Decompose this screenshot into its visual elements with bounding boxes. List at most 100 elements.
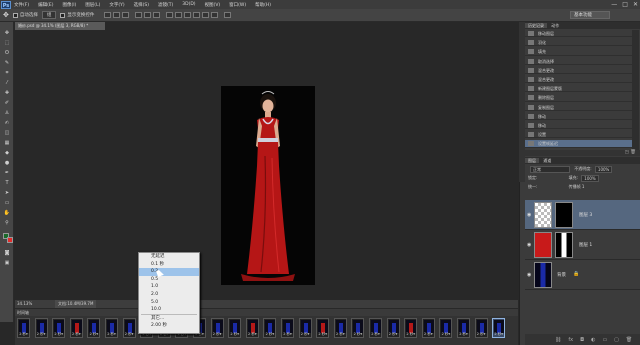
- healing-tool-icon[interactable]: ✚: [3, 90, 11, 96]
- folder-icon[interactable]: ▭: [602, 337, 607, 343]
- fill-input[interactable]: 100%: [581, 174, 599, 182]
- delay-option-0-1[interactable]: 0.1 秒: [139, 261, 199, 269]
- history-item[interactable]: 羽化: [525, 39, 632, 47]
- stamp-tool-icon[interactable]: ♙: [3, 110, 11, 116]
- eye-icon[interactable]: ◉: [527, 272, 531, 278]
- frame-delay-label[interactable]: 2 秒▾: [405, 332, 416, 337]
- history-item[interactable]: 删除图层: [525, 94, 632, 102]
- history-item[interactable]: 移动图层: [525, 30, 632, 38]
- history-item[interactable]: 填充: [525, 48, 632, 56]
- blend-mode-select[interactable]: 正常: [530, 165, 570, 173]
- eyedropper-tool-icon[interactable]: ⁄: [3, 80, 11, 86]
- quick-mask-icon[interactable]: ◙: [3, 250, 11, 256]
- timeline-frame[interactable]: 2 秒▾: [281, 318, 294, 338]
- timeline-frame[interactable]: 2 秒▾: [386, 318, 400, 338]
- tab-layers[interactable]: 图层: [525, 158, 539, 163]
- timeline-frame[interactable]: 2 秒▾: [404, 318, 418, 338]
- distribute-middle-icon[interactable]: [175, 12, 183, 18]
- frame-delay-label[interactable]: 2 秒▾: [423, 332, 434, 337]
- marquee-tool-icon[interactable]: ⬚: [3, 40, 11, 46]
- delay-option-0-5[interactable]: 0.5: [139, 276, 199, 284]
- gradient-tool-icon[interactable]: ▦: [3, 140, 11, 146]
- delay-option-other[interactable]: 其它...: [139, 315, 199, 323]
- frame-delay-label[interactable]: 2 秒▾: [493, 332, 504, 337]
- auto-align-icon[interactable]: [224, 12, 232, 18]
- distribute-top-icon[interactable]: [166, 12, 174, 18]
- layer-row[interactable]: ◉ 图层 3: [525, 200, 640, 230]
- trash-icon[interactable]: 🗑: [626, 337, 632, 343]
- layer-name[interactable]: 图层 1: [579, 242, 592, 248]
- align-top-icon[interactable]: [104, 12, 112, 18]
- zoom-tool-icon[interactable]: ⚲: [3, 220, 11, 226]
- menu-file[interactable]: 文件(F): [14, 2, 29, 8]
- delay-option-0-2[interactable]: 0.2: [139, 268, 199, 276]
- history-item[interactable]: 复制图层: [525, 104, 632, 111]
- layer-row[interactable]: ◉ 图层 1: [525, 230, 640, 260]
- menu-3d[interactable]: 3D(D): [182, 2, 195, 7]
- timeline-frame[interactable]: 2 秒▾: [492, 318, 506, 338]
- delay-option-1-0[interactable]: 1.0: [139, 283, 199, 291]
- timeline-frame[interactable]: 2 秒▾: [351, 318, 365, 338]
- history-item[interactable]: 移动: [525, 113, 632, 121]
- align-bottom-icon[interactable]: [122, 12, 130, 18]
- frame-delay-label[interactable]: 2 秒▾: [352, 332, 363, 337]
- tab-channels[interactable]: 通道: [540, 158, 554, 163]
- history-item[interactable]: 移动: [525, 122, 632, 130]
- menu-type[interactable]: 文字(Y): [109, 2, 124, 8]
- frame-delay-label[interactable]: 2 秒▾: [476, 332, 487, 337]
- close-icon[interactable]: ✕: [633, 1, 638, 8]
- frame-delay-label[interactable]: 2 秒▾: [370, 332, 381, 337]
- pen-tool-icon[interactable]: ✒: [3, 170, 11, 176]
- adjust-icon[interactable]: ◐: [591, 337, 595, 343]
- auto-select-checkbox[interactable]: [12, 12, 18, 18]
- distribute-center-icon[interactable]: [202, 12, 210, 18]
- frame-delay-label[interactable]: 2 秒▾: [300, 332, 311, 337]
- frame-delay-label[interactable]: 2 秒▾: [53, 332, 64, 337]
- timeline-frame[interactable]: 2 秒▾: [263, 318, 277, 338]
- timeline-frame[interactable]: 2 秒▾: [333, 318, 347, 338]
- timeline-frame[interactable]: 2 秒▾: [298, 318, 312, 338]
- distribute-left-icon[interactable]: [193, 12, 201, 18]
- layer-row[interactable]: ◉ 背景 🔒: [525, 260, 640, 290]
- menu-window[interactable]: 窗口(W): [229, 2, 246, 8]
- document-tab[interactable]: 婚纱.psd @ 34.1% (图层 3, RGB/8) *: [15, 22, 105, 30]
- menu-image[interactable]: 图像(I): [62, 2, 76, 8]
- delay-option-10-0[interactable]: 10.0: [139, 306, 199, 314]
- distribute-bottom-icon[interactable]: [184, 12, 192, 18]
- timeline-frame[interactable]: 2 秒▾: [105, 318, 118, 338]
- menu-help[interactable]: 帮助(H): [255, 2, 271, 8]
- frame-delay-label[interactable]: 2 秒▾: [282, 332, 293, 337]
- frame-delay-label[interactable]: 2 秒▾: [335, 332, 346, 337]
- timeline-frame[interactable]: 2 秒▾: [474, 318, 488, 338]
- frame-delay-label[interactable]: 2 秒▾: [88, 332, 99, 337]
- menu-view[interactable]: 视图(V): [205, 2, 221, 8]
- tab-actions[interactable]: 动作: [548, 23, 562, 28]
- timeline-frame[interactable]: 2 秒▾: [69, 318, 83, 338]
- timeline-frame[interactable]: 2 秒▾: [87, 318, 101, 338]
- timeline-frame[interactable]: 2 秒▾: [245, 318, 259, 338]
- dodge-tool-icon[interactable]: ●: [3, 160, 11, 166]
- lasso-tool-icon[interactable]: ʘ: [3, 50, 11, 56]
- history-brush-tool-icon[interactable]: ✍: [3, 120, 11, 126]
- timeline-frame[interactable]: 2 秒▾: [369, 318, 382, 338]
- timeline-frame[interactable]: 2 秒▾: [316, 318, 330, 338]
- frame-delay-label[interactable]: 2 秒▾: [18, 332, 29, 337]
- frame-delay-label[interactable]: 2 秒▾: [247, 332, 258, 337]
- move-tool-icon[interactable]: ✥: [3, 30, 11, 36]
- align-right-icon[interactable]: [153, 12, 161, 18]
- new-layer-icon[interactable]: ▢: [614, 337, 619, 343]
- timeline-frame[interactable]: 2 秒▾: [457, 318, 470, 338]
- eye-icon[interactable]: ◉: [527, 242, 531, 248]
- propagate-frame-label[interactable]: 传播帧 1: [569, 184, 585, 189]
- delay-option-5-0[interactable]: 5.0: [139, 299, 199, 307]
- history-item[interactable]: 取消选择: [525, 58, 632, 65]
- menu-select[interactable]: 选择(S): [134, 2, 149, 8]
- document-photo[interactable]: [221, 86, 315, 285]
- history-item[interactable]: 混合更改: [525, 76, 632, 84]
- timeline-frame[interactable]: 2 秒▾: [439, 318, 453, 338]
- frame-delay-label[interactable]: 2 秒▾: [212, 332, 223, 337]
- hand-tool-icon[interactable]: ✋: [3, 210, 11, 216]
- frame-delay-label[interactable]: 2 秒▾: [388, 332, 399, 337]
- layer-name[interactable]: 背景: [557, 272, 566, 278]
- background-color-swatch[interactable]: [7, 237, 13, 243]
